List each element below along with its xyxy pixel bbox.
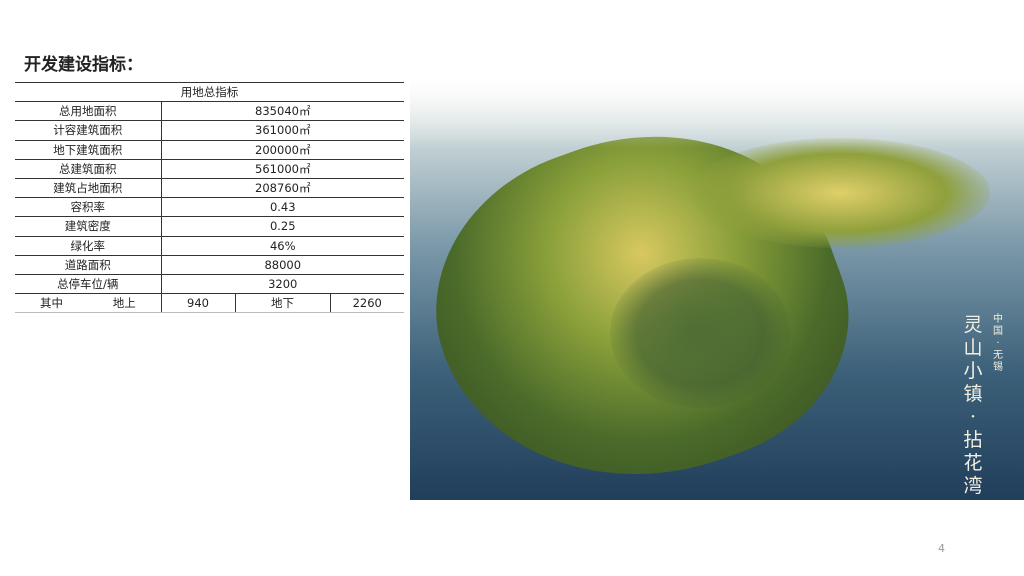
table-row: 其中 地上 940 地下 2260 [15, 293, 404, 314]
table-row: 总停车位/辆 3200 [15, 274, 404, 295]
table-row: 容积率 0.43 [15, 197, 404, 218]
row-label: 总建筑面积 [15, 159, 161, 179]
cell: 其中 [15, 293, 88, 314]
cell: 地上 [88, 293, 161, 314]
table-row: 绿化率 46% [15, 236, 404, 256]
page-number: 4 [938, 542, 945, 555]
row-value: 208760㎡ [160, 178, 404, 199]
row-label: 地下建筑面积 [15, 140, 161, 160]
row-value: 200000㎡ [160, 140, 404, 160]
row-label: 总用地面积 [15, 101, 161, 122]
table-row: 地下建筑面积 200000㎡ [15, 140, 404, 160]
image-caption-title: 灵山小镇·拈花湾 [963, 314, 983, 497]
row-value: 88000 [160, 255, 404, 275]
cell: 2260 [329, 293, 404, 314]
row-value: 0.43 [160, 197, 404, 218]
slide-title: 开发建设指标： [24, 55, 143, 75]
cell: 地下 [234, 293, 330, 314]
row-value: 561000㎡ [160, 159, 404, 179]
indicator-table: 用地总指标 总用地面积 835040㎡ 计容建筑面积 361000㎡ 地下建筑面积 200… [15, 81, 404, 314]
table-row: 建筑密度 0.25 [15, 216, 404, 237]
cell: 940 [160, 293, 235, 314]
table-row: 总用地面积 835040㎡ [15, 101, 404, 122]
row-label: 道路面积 [15, 255, 161, 275]
row-value: 0.25 [160, 216, 404, 237]
table-row: 建筑占地面积 208760㎡ [15, 178, 404, 199]
table-row: 总建筑面积 561000㎡ [15, 159, 404, 179]
row-value: 835040㎡ [160, 101, 404, 122]
row-value: 46% [160, 236, 404, 256]
aerial-rendering-image: 中国·无锡 灵山小镇·拈花湾 [410, 78, 1024, 500]
row-label: 建筑密度 [15, 216, 161, 237]
row-label: 绿化率 [15, 236, 161, 256]
row-label: 总停车位/辆 [15, 274, 161, 295]
row-value: 361000㎡ [160, 120, 404, 141]
row-label: 计容建筑面积 [15, 120, 161, 141]
row-label: 容积率 [15, 197, 161, 218]
row-value: 3200 [160, 274, 404, 295]
table-row: 道路面积 88000 [15, 255, 404, 275]
row-label: 建筑占地面积 [15, 178, 161, 199]
table-header: 用地总指标 [15, 81, 404, 103]
table-row: 计容建筑面积 361000㎡ [15, 120, 404, 141]
image-caption-location: 中国·无锡 [993, 314, 1003, 373]
